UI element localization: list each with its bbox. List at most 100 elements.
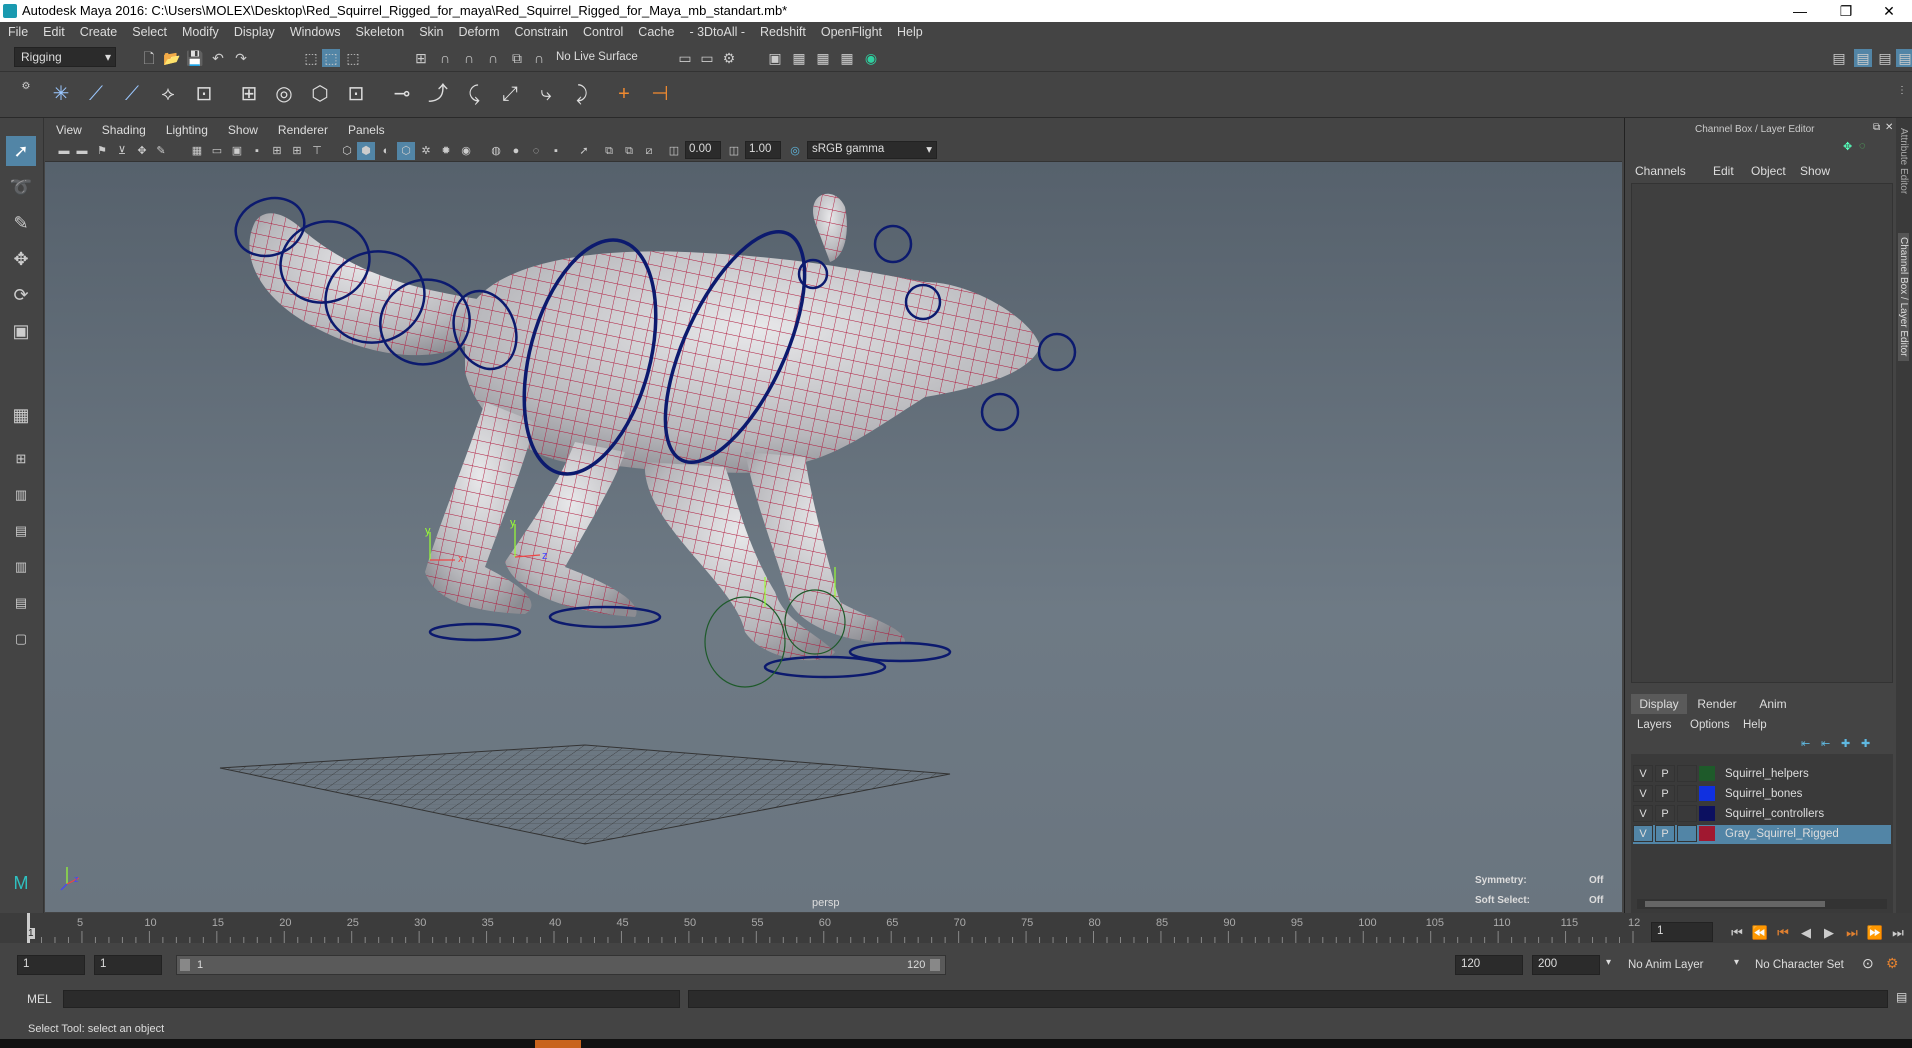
locator-icon[interactable]: + bbox=[610, 80, 638, 108]
chevron-down-icon[interactable]: ▾ bbox=[1606, 957, 1611, 968]
cb-menu-object[interactable]: Object bbox=[1751, 164, 1786, 178]
new-layer-selected-icon[interactable]: ✚ bbox=[1861, 737, 1870, 750]
menu-windows[interactable]: Windows bbox=[282, 22, 348, 39]
image-plane-icon[interactable]: ⊻ bbox=[113, 142, 131, 160]
layer-display-type[interactable] bbox=[1677, 825, 1697, 842]
parent-constraint-icon[interactable]: ⤷ bbox=[532, 80, 560, 108]
vp-menu-panels[interactable]: Panels bbox=[337, 120, 394, 137]
menu-select[interactable]: Select bbox=[124, 22, 174, 39]
orient-constraint-icon[interactable]: ⤹ bbox=[460, 80, 488, 108]
scrollbar-thumb[interactable] bbox=[1645, 901, 1825, 907]
chevron-down-icon[interactable]: ▾ bbox=[1734, 957, 1739, 968]
menu-skeleton[interactable]: Skeleton bbox=[348, 22, 412, 39]
step-back-icon[interactable]: ⏪ bbox=[1751, 924, 1769, 942]
input-output-icon[interactable]: ▭ bbox=[698, 49, 716, 67]
step-back-key-icon[interactable]: ⏮ bbox=[1774, 924, 1792, 942]
gate-mask-icon[interactable]: ▪ bbox=[248, 142, 266, 160]
single-view-icon[interactable]: ▦ bbox=[6, 400, 36, 430]
character-set-label[interactable]: No Character Set bbox=[1755, 959, 1844, 971]
live-surface-label[interactable]: No Live Surface bbox=[556, 51, 638, 63]
menu-modify[interactable]: Modify bbox=[174, 22, 226, 39]
menu-file[interactable]: File bbox=[0, 22, 35, 39]
go-to-start-icon[interactable]: ⏮ bbox=[1728, 924, 1746, 942]
layer-playback-toggle[interactable]: P bbox=[1655, 765, 1675, 782]
taskbar-app-icon[interactable] bbox=[535, 1040, 581, 1048]
rotate-tool-icon[interactable]: ⟳ bbox=[6, 280, 36, 310]
cb-layout-icon-2[interactable]: ◌ bbox=[1859, 140, 1866, 152]
shelf-settings-icon[interactable]: ⚙ bbox=[17, 78, 35, 96]
close-button[interactable]: ✕ bbox=[1866, 0, 1912, 22]
cb-menu-channels[interactable]: Channels bbox=[1635, 164, 1686, 178]
menu-deform[interactable]: Deform bbox=[451, 22, 507, 39]
ik-handle-icon[interactable]: ⟋ bbox=[82, 80, 110, 108]
paint-select-icon[interactable]: ✎ bbox=[6, 208, 36, 238]
four-view-icon[interactable]: ⊞ bbox=[6, 444, 36, 474]
smooth-shade-icon[interactable]: ⬢ bbox=[357, 142, 375, 160]
new-scene-icon[interactable]: 🗋 bbox=[140, 49, 158, 67]
menu-help[interactable]: Help bbox=[889, 22, 930, 39]
snap-grid-icon[interactable]: ⊞ bbox=[412, 49, 430, 67]
scale-tool-icon[interactable]: ▣ bbox=[6, 316, 36, 346]
bookmark-icon[interactable]: ⚑ bbox=[93, 142, 111, 160]
point-constraint-icon[interactable]: ⊸ bbox=[388, 80, 416, 108]
menu-skin[interactable]: Skin bbox=[411, 22, 450, 39]
undo-icon[interactable]: ↶ bbox=[209, 49, 227, 67]
menu-display[interactable]: Display bbox=[226, 22, 282, 39]
go-to-end-icon[interactable]: ⏭ bbox=[1889, 924, 1907, 942]
select-component-icon[interactable]: ⬚ bbox=[344, 49, 362, 67]
view-transform-dropdown[interactable]: sRGB gamma ▾ bbox=[807, 141, 937, 159]
vp-menu-renderer[interactable]: Renderer bbox=[267, 120, 337, 137]
open-scene-icon[interactable]: 📂 bbox=[163, 49, 181, 67]
range-handle-end[interactable] bbox=[930, 959, 940, 971]
anim-layer-label[interactable]: No Anim Layer bbox=[1628, 959, 1703, 971]
menu-3dtoall[interactable]: - 3DtoAll - bbox=[681, 22, 752, 39]
aim-constraint-icon[interactable]: ⤴ bbox=[424, 80, 452, 108]
xray-icon[interactable]: ⧉ bbox=[600, 142, 618, 160]
layer-menu-options[interactable]: Options bbox=[1690, 719, 1730, 731]
play-forward-icon[interactable]: ▶ bbox=[1820, 924, 1838, 942]
camera-attributes-icon[interactable]: ▬ bbox=[73, 142, 91, 160]
snap-view-icon[interactable]: ∩ bbox=[484, 49, 502, 67]
layer-row[interactable]: V P Squirrel_helpers bbox=[1633, 765, 1891, 784]
cluster-icon[interactable]: ⊡ bbox=[342, 80, 370, 108]
safe-title-icon[interactable]: ⊤ bbox=[308, 142, 326, 160]
layer-visibility-toggle[interactable]: V bbox=[1633, 805, 1653, 822]
move-tool-icon[interactable]: ✥ bbox=[6, 244, 36, 274]
close-panel-icon[interactable]: ✕ bbox=[1885, 122, 1893, 133]
exposure-icon[interactable]: ◫ bbox=[665, 142, 683, 160]
tab-anim[interactable]: Anim bbox=[1745, 694, 1801, 714]
field-chart-icon[interactable]: ⊞ bbox=[268, 142, 286, 160]
channel-box-tab[interactable]: Channel Box / Layer Editor bbox=[1898, 233, 1909, 361]
scale-constraint-icon[interactable]: ⤢ bbox=[496, 80, 524, 108]
menu-edit[interactable]: Edit bbox=[35, 22, 72, 39]
save-scene-icon[interactable]: 💾 bbox=[186, 49, 204, 67]
vp-menu-view[interactable]: View bbox=[45, 120, 91, 137]
safe-action-icon[interactable]: ⊞ bbox=[288, 142, 306, 160]
lasso-tool-icon[interactable]: ➰ bbox=[6, 172, 36, 202]
shelf-tabs-icon[interactable]: ⋮ bbox=[1893, 82, 1911, 100]
layer-playback-toggle[interactable]: P bbox=[1655, 825, 1675, 842]
snap-point-icon[interactable]: ∩ bbox=[460, 49, 478, 67]
history-icon[interactable]: ▭ bbox=[676, 49, 694, 67]
channel-box-toggle-icon[interactable]: ▤ bbox=[1896, 49, 1912, 67]
cb-menu-edit[interactable]: Edit bbox=[1713, 164, 1734, 178]
tool-settings-toggle-icon[interactable]: ▤ bbox=[1876, 49, 1894, 67]
persp-outliner-icon[interactable]: ▥ bbox=[6, 552, 36, 582]
attribute-editor-toggle-icon[interactable]: ▤ bbox=[1854, 49, 1872, 67]
lattice-icon[interactable]: ⬡ bbox=[306, 80, 334, 108]
render-frame-icon[interactable]: ▣ bbox=[766, 49, 784, 67]
move-layer-up-icon[interactable]: ⇤ bbox=[1801, 737, 1810, 750]
wireframe-icon[interactable]: ⬡ bbox=[338, 142, 356, 160]
lights-icon[interactable]: ✹ bbox=[437, 142, 455, 160]
step-forward-key-icon[interactable]: ⏭ bbox=[1843, 924, 1861, 942]
step-forward-icon[interactable]: ⏩ bbox=[1866, 924, 1884, 942]
side-by-side-icon[interactable]: ▥ bbox=[6, 480, 36, 510]
auto-key-icon[interactable]: ⊙ bbox=[1862, 955, 1874, 972]
float-panel-icon[interactable]: ⧉ bbox=[1873, 122, 1880, 133]
hypershade-icon[interactable]: ◉ bbox=[862, 49, 880, 67]
script-editor-icon[interactable]: ▤ bbox=[1896, 990, 1907, 1004]
play-backward-icon[interactable]: ◀ bbox=[1797, 924, 1815, 942]
mel-label[interactable]: MEL bbox=[27, 992, 52, 1006]
construction-history-icon[interactable]: ⚙ bbox=[720, 49, 738, 67]
select-object-icon[interactable]: ⬚ bbox=[322, 49, 340, 67]
